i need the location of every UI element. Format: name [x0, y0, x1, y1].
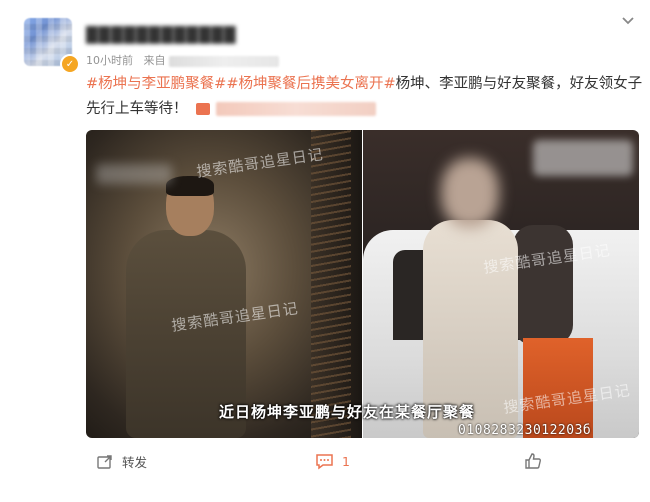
repost-label: 转发	[122, 455, 148, 470]
username[interactable]: ████████████	[86, 26, 236, 44]
like-button[interactable]	[524, 452, 550, 470]
post-text: #杨坤与李亚鹏聚餐##杨坤聚餐后携美女离开#杨坤、李亚鹏与好友聚餐，好友领女子先…	[86, 72, 646, 122]
hashtag-link[interactable]: #杨坤与李亚鹏聚餐#	[86, 76, 226, 92]
photo-left[interactable]: 搜索酷哥追星日记 搜索酷哥追星日记	[86, 130, 362, 438]
photo-code: 010828323012203б	[458, 423, 592, 438]
comment-icon	[316, 454, 333, 470]
like-icon	[525, 453, 541, 469]
repost-button[interactable]: 转发	[96, 452, 147, 471]
post-meta: 10小时前 来自	[86, 52, 279, 68]
image-grid: 搜索酷哥追星日记 搜索酷哥追星日记 搜索酷哥追星日记 搜索酷哥追星日记 近日杨坤…	[86, 130, 639, 438]
comment-count: 1	[342, 453, 350, 469]
link-redacted[interactable]	[216, 102, 377, 116]
chevron-down-icon[interactable]	[618, 14, 638, 34]
watermark: 搜索酷哥追星日记	[195, 145, 325, 181]
weibo-post: ✓ ████████████ 10小时前 来自 #杨坤与李亚鹏聚餐##杨坤聚餐后…	[0, 0, 650, 502]
post-source-label: 来自	[143, 54, 166, 67]
photo-right[interactable]: 搜索酷哥追星日记 搜索酷哥追星日记	[363, 130, 639, 438]
post-source-redacted	[169, 55, 279, 67]
hashtag-link[interactable]: #杨坤聚餐后携美女离开#	[226, 76, 395, 92]
post-time[interactable]: 10小时前	[86, 54, 133, 67]
photo-caption: 近日杨坤李亚鹏与好友在某餐厅聚餐	[219, 403, 476, 421]
link-icon	[196, 103, 211, 115]
verified-icon: ✓	[60, 54, 80, 74]
comment-button[interactable]: 1	[315, 452, 350, 470]
repost-icon	[97, 454, 112, 469]
